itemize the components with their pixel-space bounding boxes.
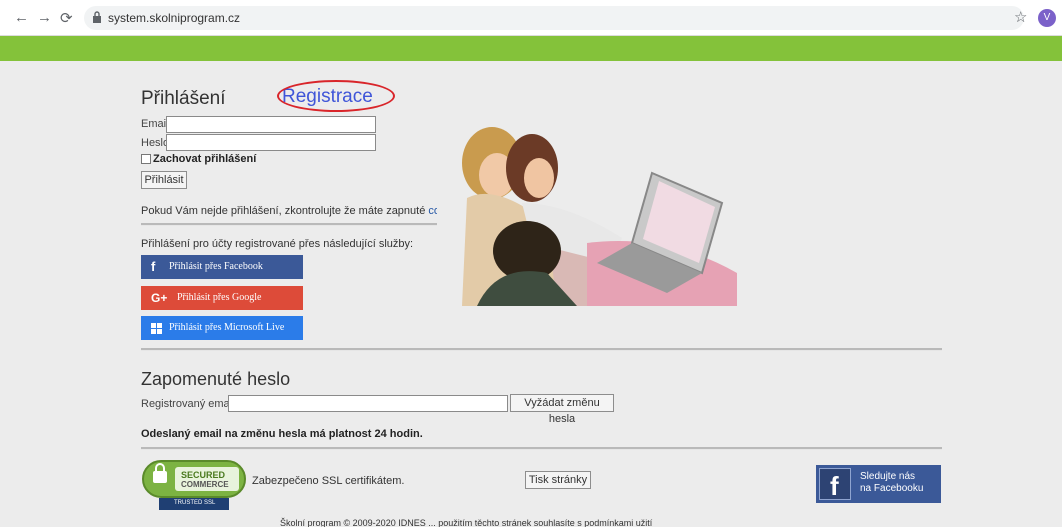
ssl-badge-line1: SECURED (181, 470, 226, 480)
ssl-badge-line2: COMMERCE (181, 480, 229, 489)
back-arrow-icon[interactable]: ← (14, 9, 29, 26)
facebook-follow-line1: Sledujte nás (860, 471, 916, 482)
forward-arrow-icon[interactable]: → (37, 9, 52, 26)
registered-email-label: Registrovaný email (141, 398, 235, 410)
facebook-icon: f (819, 468, 851, 501)
reload-icon[interactable]: ⟳ (60, 9, 73, 27)
services-label: Přihlášení pro účty registrované přes ná… (141, 238, 414, 250)
remember-checkbox[interactable] (141, 154, 151, 164)
lock-icon (93, 11, 101, 23)
forgot-password-note: Odeslaný email na změnu hesla má platnos… (141, 428, 423, 440)
profile-avatar[interactable]: V (1038, 9, 1056, 27)
divider (141, 223, 438, 226)
ssl-badge-line3: TRUSTED SSL (174, 500, 216, 506)
facebook-login-button[interactable]: f Přihlásit přes Facebook (141, 255, 303, 279)
password-input[interactable] (166, 134, 376, 151)
forgot-password-title: Zapomenuté heslo (141, 369, 291, 389)
address-bar[interactable]: system.skolniprogram.cz (84, 6, 1024, 30)
ssl-text: Zabezpečeno SSL certifikátem. (252, 475, 405, 487)
email-label: Email (141, 118, 169, 130)
copyright-text: Školní program © 2009-2020 IDNES ... pou… (280, 518, 653, 527)
google-login-button[interactable]: G+ Přihlásit přes Google (141, 286, 303, 310)
request-password-change-button[interactable]: Vyžádat změnu hesla (510, 394, 614, 425)
url-text: system.skolniprogram.cz (108, 11, 241, 25)
highlight-oval (277, 80, 395, 112)
bookmark-star-icon[interactable]: ☆ (1014, 8, 1027, 26)
cookie-note: Pokud Vám nejde přihlášení, zkontrolujte… (141, 205, 469, 217)
family-laptop-photo (437, 123, 737, 306)
facebook-icon: f (151, 259, 156, 274)
cookie-note-text: Pokud Vám nejde přihlášení, zkontrolujte… (141, 205, 429, 217)
divider (141, 348, 942, 351)
ssl-secured-badge: SECURED COMMERCE TRUSTED SSL (141, 459, 247, 511)
registered-email-input[interactable] (228, 395, 508, 412)
header-green-bar (0, 36, 1062, 61)
browser-toolbar: ← → ⟳ system.skolniprogram.cz ☆ V (0, 0, 1062, 36)
windows-icon (151, 323, 162, 334)
login-title: Přihlášení (141, 88, 226, 109)
email-input[interactable] (166, 116, 376, 133)
facebook-follow-button[interactable]: f Sledujte nás na Facebooku (816, 465, 941, 503)
google-plus-icon: G+ (151, 291, 168, 305)
print-page-button[interactable]: Tisk stránky (525, 471, 591, 489)
microsoft-login-button[interactable]: Přihlásit přes Microsoft Live (141, 316, 303, 340)
remember-label: Zachovat přihlášení (153, 153, 257, 165)
login-button[interactable]: Přihlásit (141, 171, 187, 189)
facebook-follow-line2: na Facebooku (860, 483, 924, 494)
divider (141, 447, 942, 450)
password-label: Heslo (141, 137, 170, 149)
